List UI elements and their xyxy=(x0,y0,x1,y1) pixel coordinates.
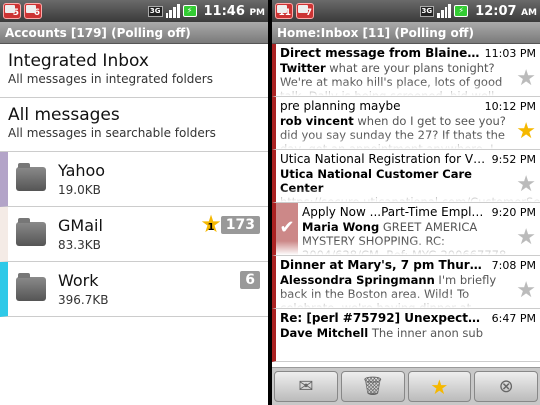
battery-icon: ⚡ xyxy=(454,5,469,17)
starred-count-badge: ★ 1 xyxy=(200,210,222,238)
star-button[interactable]: ★ xyxy=(407,371,472,402)
all-messages-item[interactable]: All messages All messages in searchable … xyxy=(0,98,268,152)
action-bar: ✉ 🗑 ★ ⊗ xyxy=(272,367,540,405)
star-icon[interactable]: ★ xyxy=(516,68,536,90)
message-item[interactable]: Dinner at Mary's, 7 pm Thursday 7:08 PM A… xyxy=(272,256,540,309)
network-3g-icon: 3G xyxy=(147,5,163,17)
message-item[interactable]: Direct message from Blaine Cook11:03 PM … xyxy=(272,44,540,97)
mail-notification-icon[interactable]: 5 xyxy=(3,3,21,19)
unread-count-badge: 173 xyxy=(220,216,260,234)
mail-notification-icon[interactable]: 6 xyxy=(24,3,42,19)
star-icon[interactable]: ★ xyxy=(516,227,536,249)
mail-notification-icon[interactable]: 11 xyxy=(275,3,293,19)
clock: 12:07 AM xyxy=(475,3,537,19)
account-item-work[interactable]: Work 396.7KB 6 xyxy=(0,262,268,317)
page-title: Accounts [179] (Polling off) xyxy=(0,22,268,44)
inbox-screen: 11 7 3G ⚡ 12:07 AM Home:Inbox [11] (Poll… xyxy=(272,0,540,405)
folder-icon xyxy=(16,273,46,301)
integrated-inbox-item[interactable]: Integrated Inbox All messages in integra… xyxy=(0,44,268,98)
folder-icon xyxy=(16,163,46,191)
network-3g-icon: 3G xyxy=(419,5,435,17)
status-bar: 11 7 3G ⚡ 12:07 AM xyxy=(272,0,540,22)
star-icon[interactable]: ★ xyxy=(516,174,536,196)
star-icon: ★ xyxy=(430,374,449,399)
folder-icon xyxy=(16,218,46,246)
cancel-button[interactable]: ⊗ xyxy=(474,371,538,402)
page-title: Home:Inbox [11] (Polling off) xyxy=(272,22,540,44)
unread-count-badge: 6 xyxy=(240,271,260,289)
message-item[interactable]: Utica National Registration for VINCE...… xyxy=(272,150,540,203)
message-item[interactable]: pre planning maybe 10:12 PM rob vincent w… xyxy=(272,97,540,150)
account-item-yahoo[interactable]: Yahoo 19.0KB xyxy=(0,152,268,207)
star-icon[interactable]: ★ xyxy=(516,121,536,143)
clock: 11:46 PM xyxy=(203,3,265,19)
mail-notification-icon[interactable]: 7 xyxy=(296,3,314,19)
accounts-screen: 5 6 3G ⚡ 11:46 PM Accounts [179] (Pollin… xyxy=(0,0,268,405)
delete-icon: ⊗ xyxy=(498,376,514,397)
mark-read-button[interactable]: ✉ xyxy=(274,371,338,402)
account-item-gmail[interactable]: GMail 83.3KB ★ 1 173 xyxy=(0,207,268,262)
trash-icon: 🗑 xyxy=(361,376,385,397)
signal-icon xyxy=(437,4,452,18)
signal-icon xyxy=(165,4,180,18)
battery-icon: ⚡ xyxy=(182,5,197,17)
status-bar: 5 6 3G ⚡ 11:46 PM xyxy=(0,0,268,22)
message-item[interactable]: Re: [perl #75792] Unexpected nest...6:47… xyxy=(272,309,540,362)
message-item[interactable]: ✔ Apply Now ...Part-Time Employm...9:20 … xyxy=(272,203,540,256)
mail-icon: ✉ xyxy=(298,376,314,397)
delete-button[interactable]: 🗑 xyxy=(340,371,405,402)
star-icon[interactable]: ★ xyxy=(516,280,536,302)
